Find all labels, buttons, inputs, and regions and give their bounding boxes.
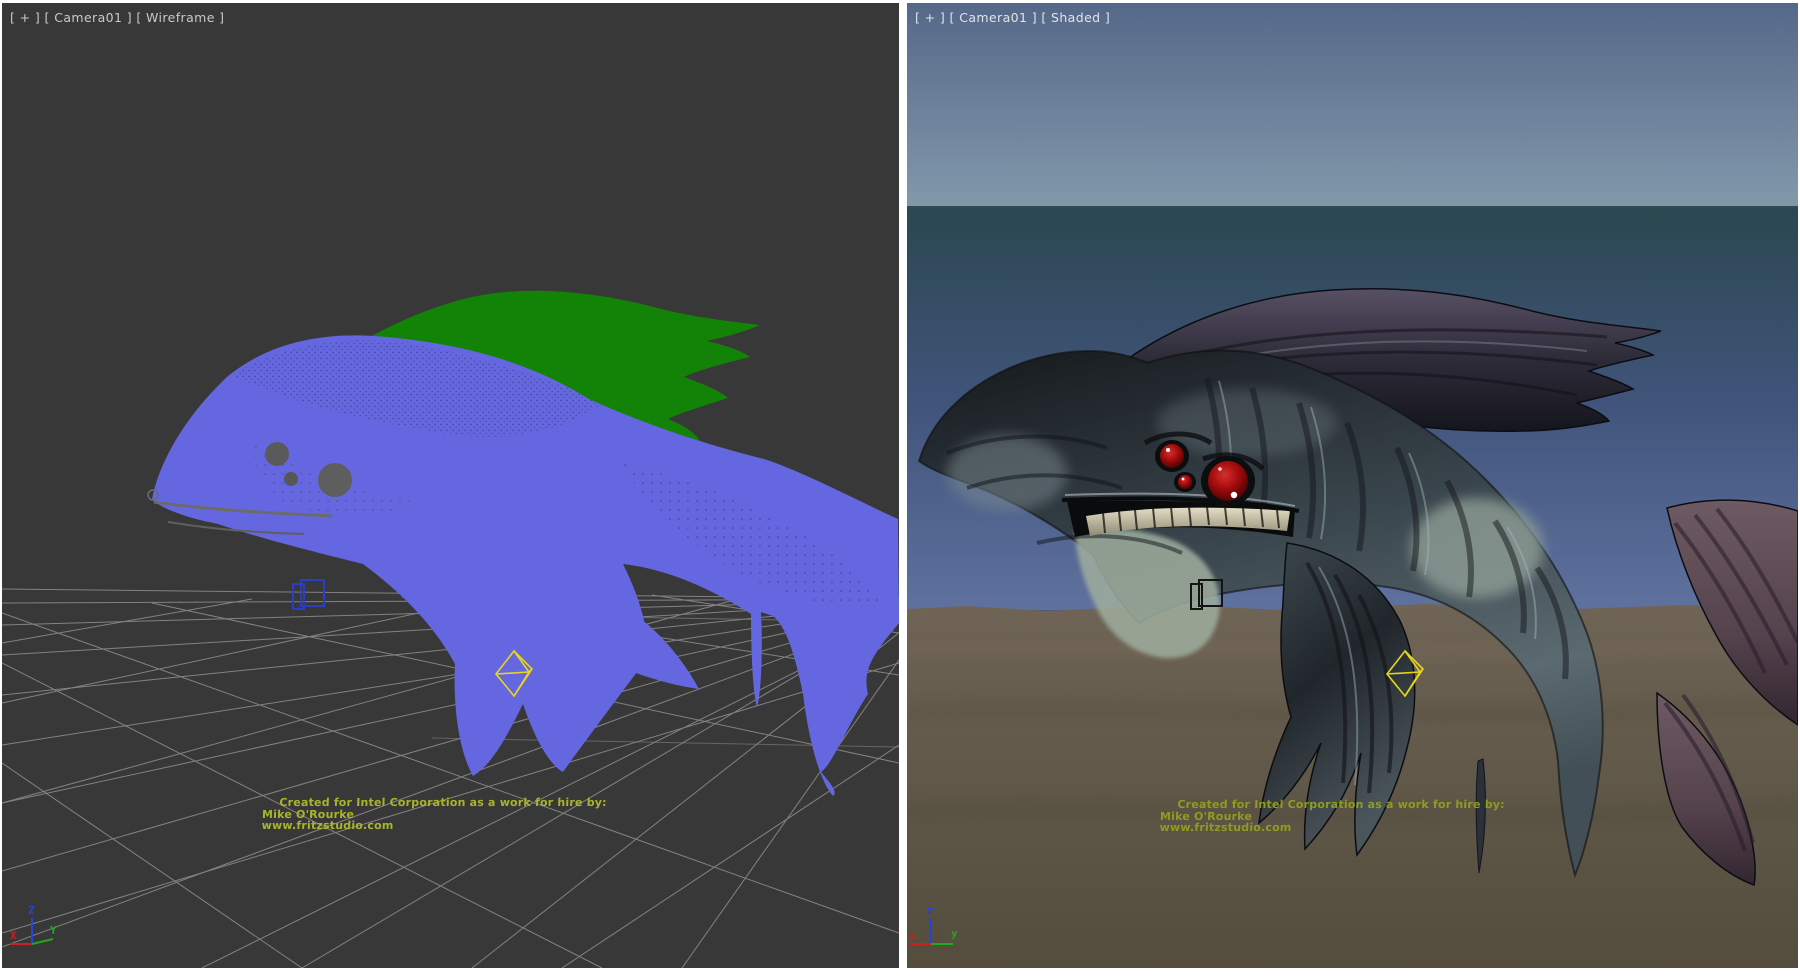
axis-y-label: Y [50, 924, 57, 937]
viewport-shaded[interactable]: [ + ] [ Camera01 ] [ Shaded ] [907, 3, 1798, 968]
bone-helper-box-wire[interactable] [293, 580, 324, 609]
watermark-line1: Created for Intel Corporation as a work … [1160, 799, 1505, 811]
axis-z-label: z [927, 904, 934, 917]
axis-x-label: x [909, 929, 916, 942]
fish-eye-large [1208, 461, 1248, 501]
fish-eye-medium [1160, 444, 1184, 468]
scene-watermark-text: Created for Intel Corporation as a work … [261, 797, 607, 832]
sky [907, 3, 1798, 208]
viewport-label-shaded[interactable]: [ + ] [ Camera01 ] [ Shaded ] [915, 10, 1110, 25]
viewport-label-wireframe[interactable]: [ + ] [ Camera01 ] [ Wireframe ] [10, 10, 224, 25]
watermark-line3: www.fritzstudio.com [261, 820, 606, 832]
axis-x-label: X [10, 929, 17, 942]
axis-z-label: Z [28, 904, 35, 917]
fish-eye-large-wire [318, 463, 352, 497]
fish-eye-small [1178, 475, 1192, 489]
watermark-line1: Created for Intel Corporation as a work … [262, 797, 607, 809]
max-viewport-canvas: { "viewport_left": { "label": "[ + ] [ C… [0, 0, 1800, 978]
viewport-wireframe[interactable]: [ + ] [ Camera01 ] [ Wireframe ] [2, 3, 899, 968]
scene-watermark-text: Created for Intel Corporation as a work … [1159, 799, 1505, 834]
fish-eye-small-wire [284, 472, 298, 486]
fish-eye-medium-wire [265, 442, 289, 466]
axis-y-label: y [951, 927, 958, 940]
watermark-line3: www.fritzstudio.com [1159, 822, 1504, 834]
